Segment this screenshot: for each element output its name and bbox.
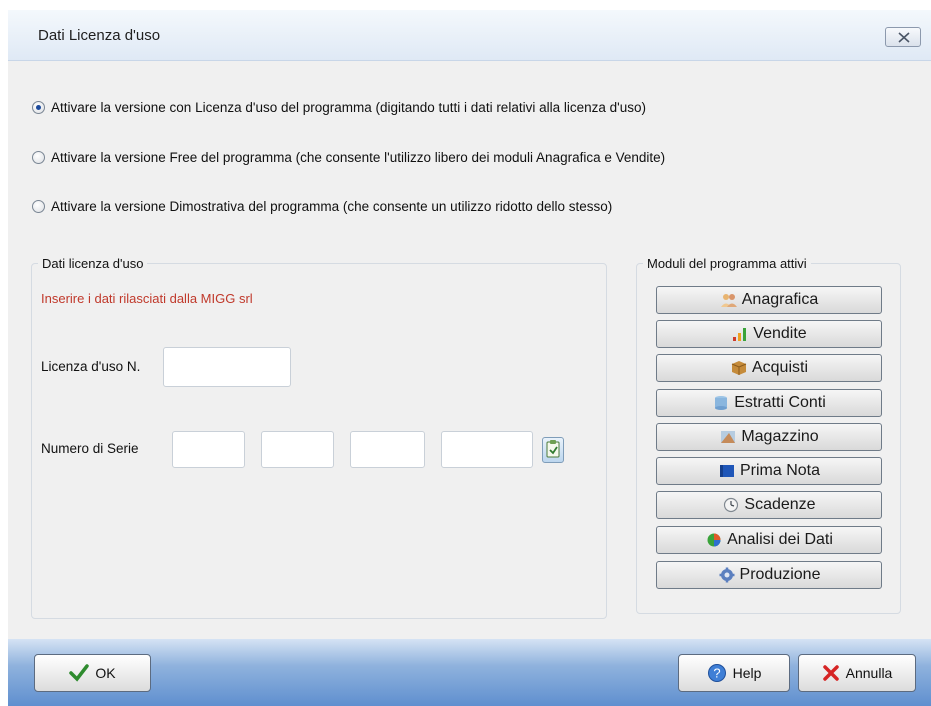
module-label: Magazzino — [741, 428, 819, 445]
radio-button[interactable] — [32, 100, 45, 114]
module-analisi-dati-button[interactable]: Analisi dei Dati — [656, 526, 882, 554]
serial-number-label: Numero di Serie — [41, 441, 139, 456]
gear-icon — [719, 567, 735, 583]
option-label: Attivare la versione Free del programma … — [51, 149, 666, 165]
module-produzione-button[interactable]: Produzione — [656, 561, 882, 589]
window-title: Dati Licenza d'uso — [38, 27, 161, 44]
help-label: Help — [732, 665, 762, 681]
license-note: Inserire i dati rilasciati dalla MIGG sr… — [41, 291, 253, 306]
warehouse-icon — [721, 431, 736, 443]
module-label: Anagrafica — [741, 291, 819, 308]
module-label: Scadenze — [744, 496, 816, 513]
serial-input-3[interactable] — [350, 431, 425, 468]
paste-serial-button[interactable] — [542, 437, 564, 463]
svg-text:?: ? — [713, 666, 720, 681]
option-label: Attivare la versione Dimostrativa del pr… — [51, 198, 613, 214]
people-icon — [720, 294, 737, 307]
module-label: Analisi dei Dati — [727, 531, 833, 548]
ok-label: OK — [95, 665, 116, 681]
cancel-label: Annulla — [845, 665, 893, 681]
close-icon — [898, 32, 910, 43]
box-icon — [731, 361, 747, 375]
serial-input-2[interactable] — [261, 431, 334, 468]
option-licensed[interactable]: Attivare la versione con Licenza d'uso d… — [32, 97, 646, 117]
module-prima-nota-button[interactable]: Prima Nota — [656, 457, 882, 485]
modules-group-title: Moduli del programma attivi — [647, 256, 807, 271]
license-number-label: Licenza d'uso N. — [41, 359, 141, 374]
serial-input-4[interactable] — [441, 431, 533, 468]
radio-button[interactable] — [32, 150, 45, 164]
license-dialog: Dati Licenza d'uso Attivare la versione … — [8, 10, 931, 706]
module-label: Estratti Conti — [734, 394, 826, 411]
help-icon: ? — [707, 664, 726, 682]
dialog-footer: OK ? Help Annulla — [8, 639, 931, 706]
option-demo[interactable]: Attivare la versione Dimostrativa del pr… — [32, 196, 612, 216]
option-free[interactable]: Attivare la versione Free del programma … — [32, 147, 665, 167]
license-number-input[interactable] — [163, 347, 291, 387]
database-icon — [715, 396, 728, 410]
clock-icon — [724, 497, 739, 513]
module-label: Acquisti — [751, 359, 809, 376]
option-label: Attivare la versione con Licenza d'uso d… — [51, 99, 646, 115]
radio-button[interactable] — [32, 199, 45, 213]
bar-chart-icon — [733, 328, 747, 341]
pie-chart-icon — [707, 533, 721, 547]
cancel-button[interactable]: Annulla — [798, 654, 916, 692]
clipboard-icon — [546, 440, 560, 458]
book-icon — [719, 465, 734, 477]
cancel-x-icon — [822, 665, 839, 681]
check-icon — [69, 664, 90, 682]
module-anagrafica-button[interactable]: Anagrafica — [656, 286, 882, 314]
license-group-title: Dati licenza d'uso — [42, 256, 144, 271]
ok-button[interactable]: OK — [34, 654, 151, 692]
module-label: Prima Nota — [739, 462, 821, 479]
module-estratti-conti-button[interactable]: Estratti Conti — [656, 389, 882, 417]
close-button[interactable] — [885, 27, 921, 47]
module-magazzino-button[interactable]: Magazzino — [656, 423, 882, 451]
serial-input-1[interactable] — [172, 431, 245, 468]
title-bar: Dati Licenza d'uso — [8, 10, 931, 61]
module-scadenze-button[interactable]: Scadenze — [656, 491, 882, 519]
module-acquisti-button[interactable]: Acquisti — [656, 354, 882, 382]
module-vendite-button[interactable]: Vendite — [656, 320, 882, 348]
help-button[interactable]: ? Help — [678, 654, 790, 692]
module-label: Vendite — [753, 325, 807, 342]
module-label: Produzione — [739, 566, 821, 583]
